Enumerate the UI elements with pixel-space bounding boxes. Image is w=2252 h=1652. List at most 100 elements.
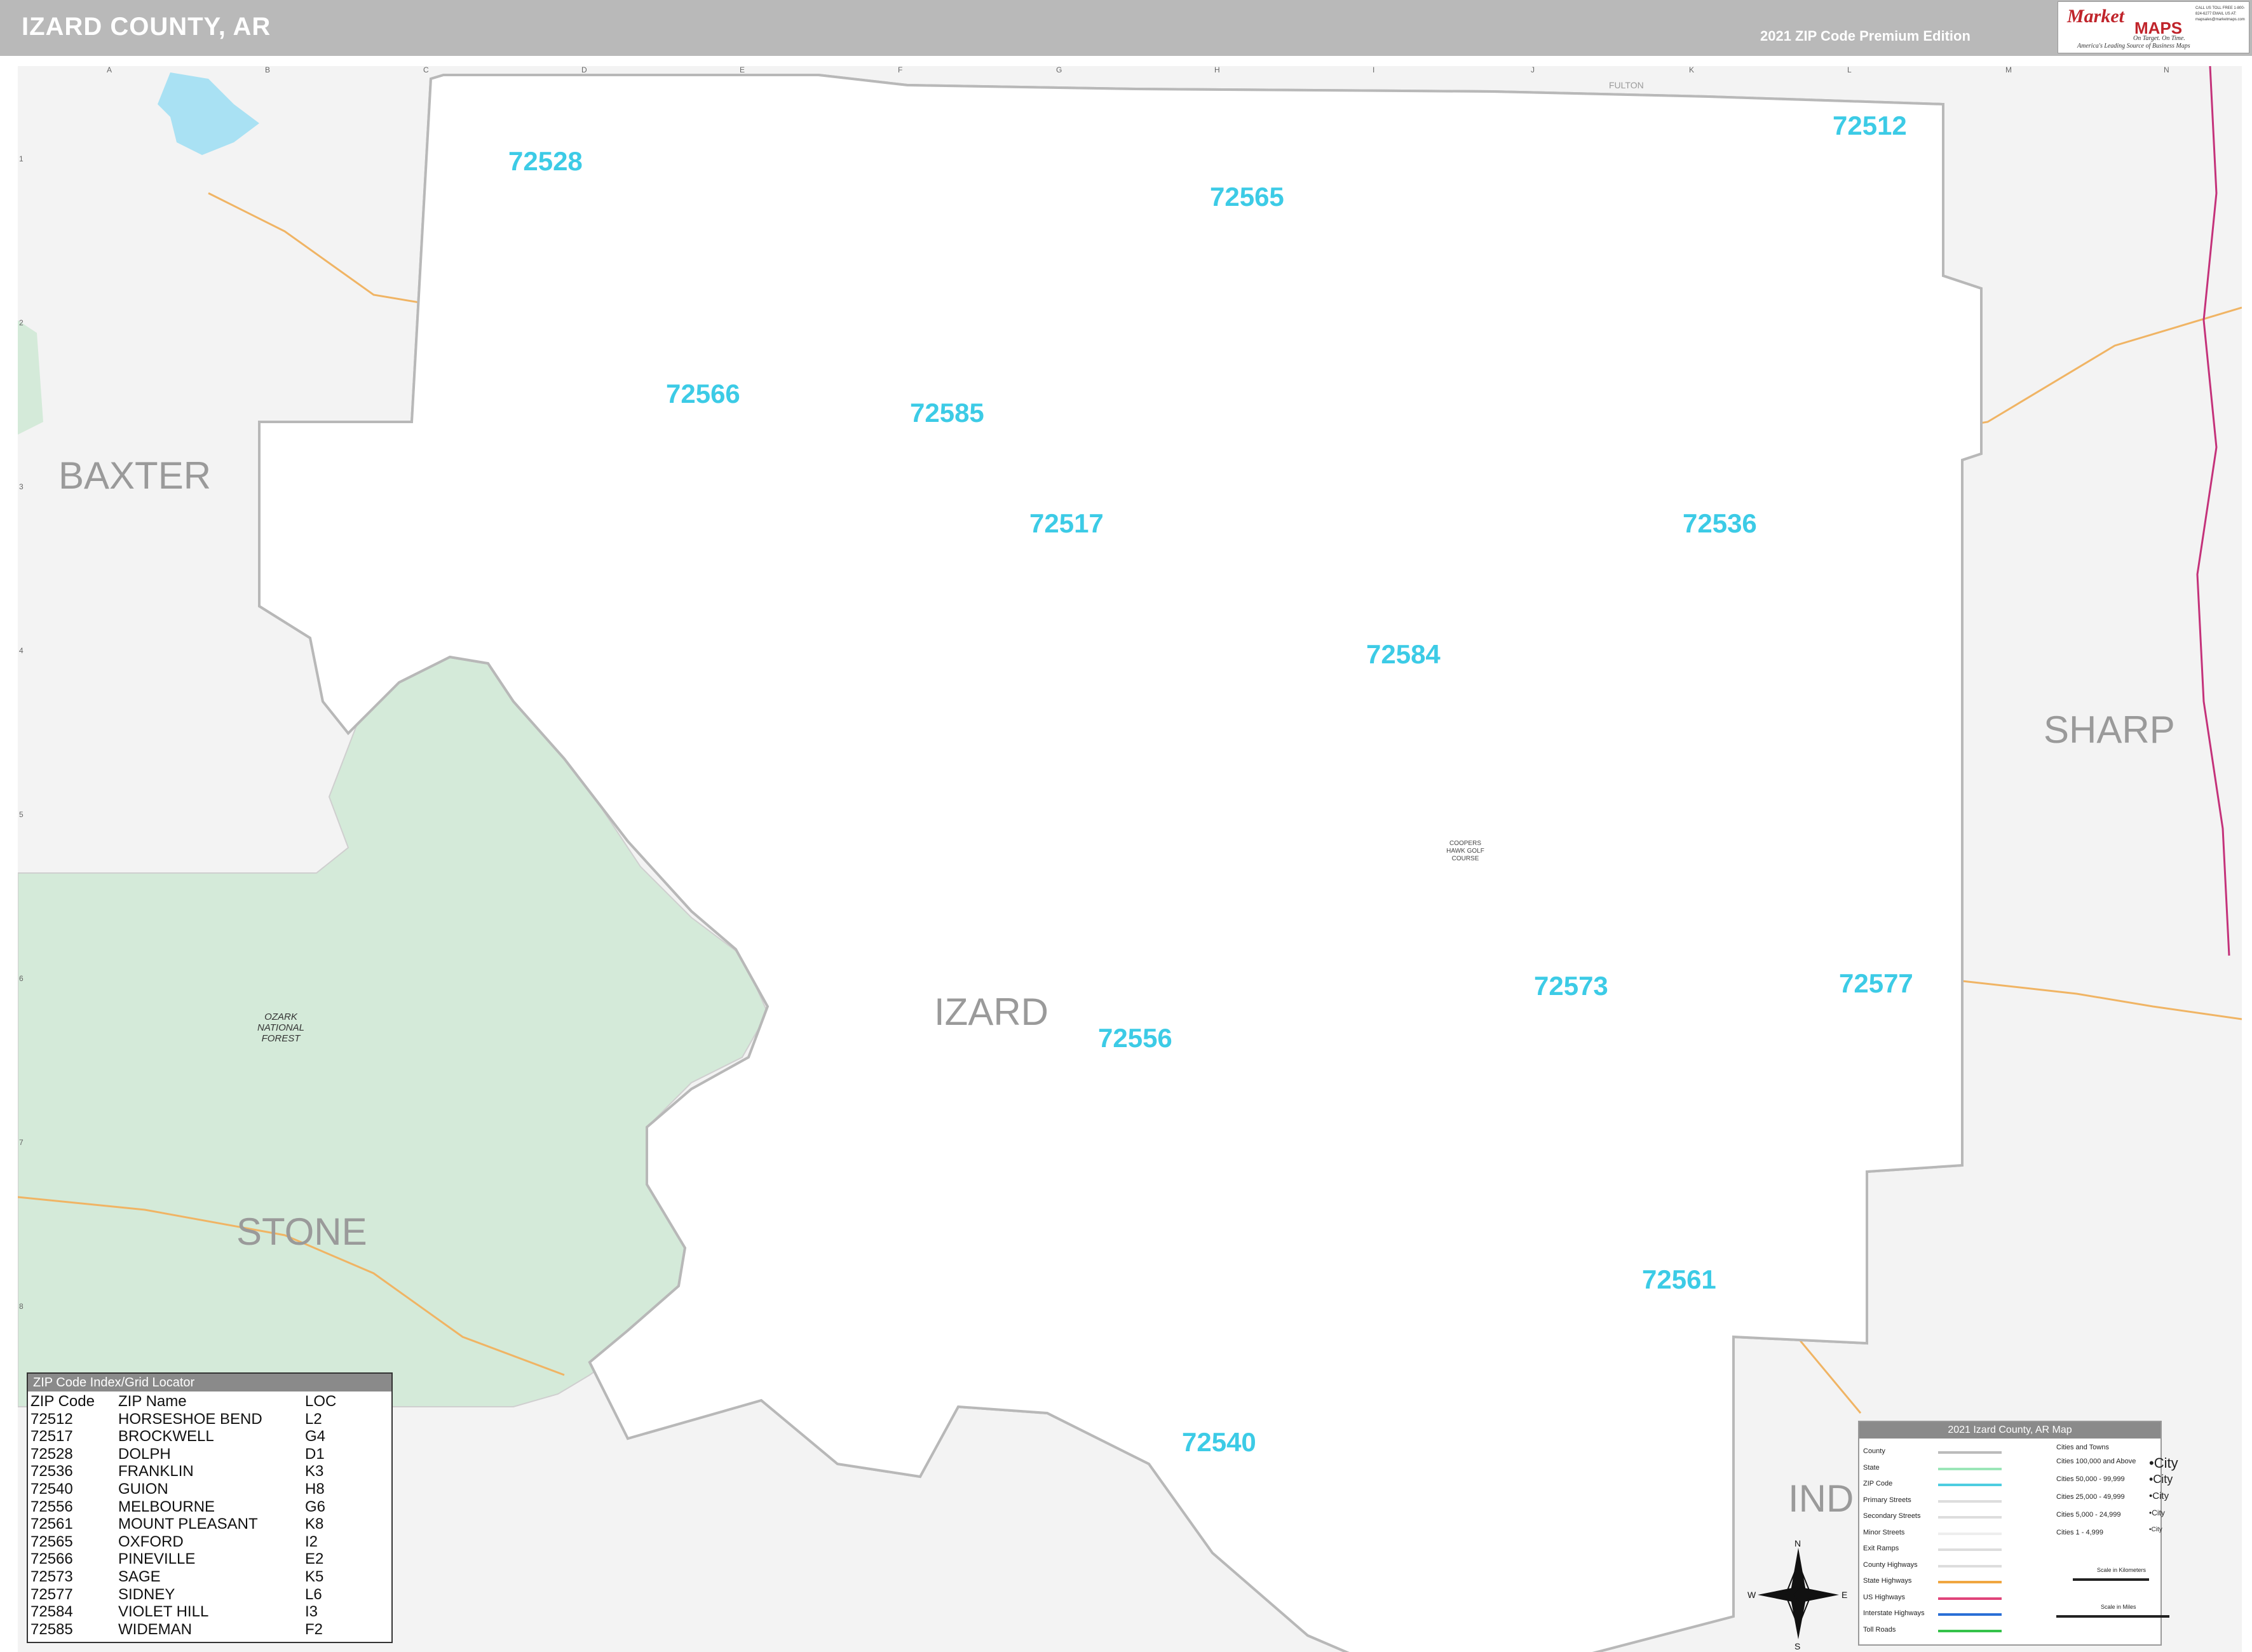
zip-index-row: 72536 FRANKLIN K3 (31, 1463, 341, 1480)
legend-item-swatch (1938, 1613, 2002, 1616)
legend-item-swatch (1938, 1484, 2002, 1486)
zip-index-title: ZIP Code Index/Grid Locator (28, 1374, 391, 1391)
county-label: IND (1788, 1477, 1854, 1520)
zip-index-row: 72556 MELBOURNE G6 (31, 1498, 341, 1516)
grid-row-label: 4 (19, 646, 24, 655)
zip-index-cell-name: OXFORD (118, 1533, 184, 1550)
zip-index-cell-loc: K3 (305, 1463, 324, 1480)
zip-index-body: 72512 HORSESHOE BEND L2 72517 BROCKWELL G4 725… (31, 1411, 341, 1639)
zip-index-cell-zip: 72540 (31, 1480, 73, 1498)
zip-label: 72536 (1683, 508, 1757, 538)
svg-text:E: E (1842, 1590, 1847, 1600)
title-bar: IZARD COUNTY, AR 2021 ZIP Code Premium E… (0, 0, 2252, 56)
zip-label: 72573 (1534, 971, 1608, 1001)
zip-label: 72561 (1642, 1264, 1716, 1294)
zip-index-cell-name: SAGE (118, 1567, 161, 1585)
county-label: SHARP (2044, 708, 2175, 751)
grid-column-label: A (107, 66, 112, 74)
grid-column-label: F (898, 66, 902, 74)
legend-pop-symbol: •City (2149, 1455, 2178, 1471)
legend-pop-label: Cities 25,000 - 49,999 (2056, 1493, 2125, 1501)
zip-index-cell-zip: 72585 (31, 1620, 73, 1638)
zip-index-cell-loc: L6 (305, 1585, 322, 1603)
legend-item-swatch (1938, 1516, 2002, 1519)
zip-index-row: 72528 DOLPH D1 (31, 1446, 341, 1463)
edition-label: 2021 ZIP Code Premium Edition (1760, 28, 1970, 44)
svg-text:N: N (1794, 1538, 1801, 1548)
zip-index-cell-name: MOUNT PLEASANT (118, 1515, 258, 1533)
legend-item-label: Primary Streets (1863, 1496, 1911, 1504)
zip-index-row: 72517 BROCKWELL G4 (31, 1428, 341, 1446)
legend-scale-mi: Scale in Miles (2101, 1604, 2136, 1610)
zip-label: 72566 (666, 379, 740, 409)
zip-index-header-loc: LOC (305, 1393, 337, 1410)
map-legend: 2021 Izard County, AR Map County State ZIP… (1858, 1421, 2178, 1646)
zip-label: 72585 (910, 398, 984, 428)
grid-column-label: J (1531, 66, 1535, 74)
grid-column-label: G (1056, 66, 1062, 74)
zip-index-cell-name: GUION (118, 1480, 168, 1498)
legend-item-swatch (1938, 1629, 2002, 1632)
zip-index-row: 72566 PINEVILLE E2 (31, 1550, 341, 1568)
grid-column-label: K (1689, 66, 1694, 74)
legend-item-label: Interstate Highways (1863, 1609, 1925, 1617)
legend-pop-symbol: •City (2149, 1491, 2169, 1501)
zip-index-table: ZIP Code ZIP Name LOC 72512 HORSESHOE BEN… (31, 1393, 341, 1638)
map-title: IZARD COUNTY, AR (22, 13, 271, 41)
legend-pop-symbol: •City (2149, 1526, 2162, 1533)
legend-item-swatch (1938, 1548, 2002, 1551)
zip-index-row: 72584 VIOLET HILL I3 (31, 1603, 341, 1621)
grid-row-label: 7 (19, 1138, 24, 1147)
legend-item-swatch (1938, 1451, 2002, 1454)
legend-item-label: Exit Ramps (1863, 1545, 1899, 1552)
zip-label: 72556 (1098, 1023, 1172, 1053)
zip-index-cell-name: PINEVILLE (118, 1550, 196, 1568)
logo-tagline-2: America's Leading Source of Business Map… (2077, 43, 2190, 50)
zip-label: 72540 (1182, 1427, 1256, 1457)
logo-brand-a: Market (2067, 6, 2124, 27)
grid-row-label: 3 (19, 482, 24, 491)
zip-index-cell-loc: L2 (305, 1410, 322, 1428)
zip-index-cell-loc: H8 (305, 1480, 325, 1498)
legend-title: 2021 Izard County, AR Map (1859, 1422, 2160, 1439)
scale-bar-mi (2056, 1615, 2169, 1618)
zip-index-cell-zip: 72566 (31, 1550, 73, 1568)
zip-index-cell-loc: I3 (305, 1603, 318, 1621)
grid-column-label: M (2005, 66, 2012, 74)
legend-item-swatch (1938, 1500, 2002, 1503)
legend-pop-label: Cities 100,000 and Above (2056, 1458, 2136, 1465)
logo-contact: CALL US TOLL FREE 1-800-824-6277 EMAIL U… (2195, 6, 2245, 22)
grid-column-label: I (1373, 66, 1374, 74)
zip-index-cell-loc: D1 (305, 1445, 325, 1463)
legend-item-label: County Highways (1863, 1561, 1918, 1569)
county-label: BAXTER (58, 454, 212, 497)
zip-index-cell-name: HORSESHOE BEND (118, 1410, 262, 1428)
grid-column-label: E (740, 66, 745, 74)
scale-bar-km (2073, 1578, 2149, 1581)
grid-row-label: 8 (19, 1302, 24, 1311)
zip-index-cell-zip: 72573 (31, 1567, 73, 1585)
grid-column-label: L (1847, 66, 1852, 74)
legend-item-swatch (1938, 1581, 2002, 1583)
zip-index-row: 72573 SAGE K5 (31, 1568, 341, 1586)
legend-pop-symbol: •City (2149, 1508, 2165, 1517)
legend-pop-symbol: •City (2149, 1473, 2173, 1486)
zip-label: 72517 (1029, 508, 1104, 538)
legend-item-label: Minor Streets (1863, 1528, 1905, 1536)
zip-label: 72512 (1833, 111, 1907, 140)
zip-label: 72528 (508, 146, 583, 176)
grid-row-label: 1 (19, 154, 24, 163)
zip-index-row: 72577 SIDNEY L6 (31, 1586, 341, 1604)
zip-index-cell-loc: G6 (305, 1498, 326, 1515)
legend-item-label: State (1863, 1463, 1880, 1472)
zip-index-cell-name: MELBOURNE (118, 1498, 215, 1515)
zip-index-cell-name: VIOLET HILL (118, 1603, 209, 1621)
golf-course-label: COOPERS HAWK GOLF COURSE (1446, 840, 1484, 862)
zip-index-cell-loc: G4 (305, 1428, 326, 1446)
legend-pop-label: Cities 5,000 - 24,999 (2056, 1511, 2121, 1519)
zip-index-header-name: ZIP Name (118, 1393, 187, 1410)
market-maps-logo[interactable]: Market MAPS On Target. On Time. America'… (2058, 1, 2249, 53)
zip-index-header-zip: ZIP Code (31, 1393, 95, 1410)
zip-index-cell-zip: 72565 (31, 1533, 73, 1550)
zip-index-cell-name: SIDNEY (118, 1585, 175, 1603)
